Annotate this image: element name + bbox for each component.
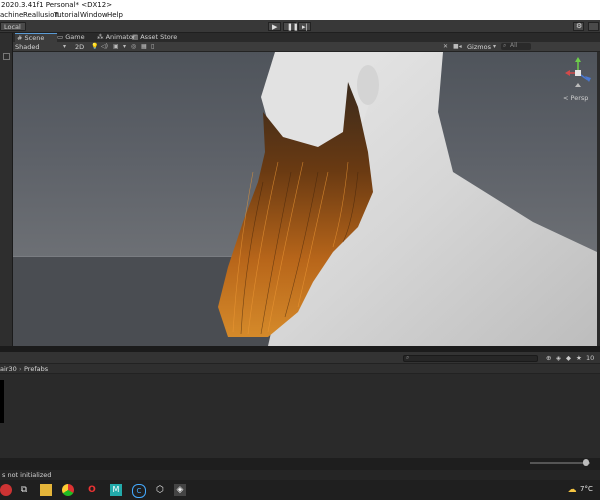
orientation-gizmo[interactable] [561,56,595,90]
scene-tab-bar: # Scene ▭ Game ⁂ Animator ▤ Asset Store [13,33,600,43]
breadcrumb: air30 › Prefabs [0,364,600,374]
os-taskbar: ⧉ O M C ⬡ ◈ ☁ [0,480,600,500]
perspective-label[interactable]: < Persp [563,94,588,102]
tab-asset-store[interactable]: ▤ Asset Store [130,33,192,42]
app-icon[interactable] [0,484,12,496]
scene-toolbar: Shaded ▾ 2D 💡 ◁) ▣ ▾ ◎ ▦ ▯ ✕ ■◂ Gizmos ▾… [13,42,600,52]
scene-search-placeholder: All [510,42,518,49]
thumbnail-size-slider-handle[interactable] [583,459,589,466]
search-icon: ⌕ [503,42,507,49]
star-icon[interactable]: ★ [576,354,582,362]
label-icon[interactable]: ◆ [566,354,571,362]
account-button[interactable] [588,22,599,31]
weather-icon: ☁ [567,485,577,495]
breadcrumb-separator-icon: › [19,365,22,373]
project-asset-grid[interactable] [0,374,600,458]
project-search-input[interactable]: ⌕ [403,354,538,362]
menu-item-tutorial[interactable]: Tutorial [54,11,80,19]
breadcrumb-item-folder[interactable]: air30 [0,365,17,373]
task-view-icon[interactable]: ⧉ [18,484,30,496]
settings-button[interactable]: ⚙ [573,22,584,31]
shading-mode-dropdown[interactable]: Shaded [15,43,39,51]
hierarchy-item-marker[interactable] [3,53,10,60]
iclone-icon[interactable]: C [132,484,146,498]
play-button[interactable]: ▶ [268,22,281,31]
window-title: 2020.3.41f1 Personal* <DX12> [1,1,113,9]
gear-icon: ⚙ [576,22,583,30]
main-toolbar: Local ▶ ❚❚ ▸| ⚙ [0,20,600,33]
store-icon: ▤ [132,33,139,41]
audio-icon[interactable]: ◁) [101,43,108,50]
opera-icon[interactable]: O [86,484,98,496]
effects-icon[interactable]: ▣ [113,43,119,50]
tool-settings-icon[interactable]: ✕ [443,43,448,50]
pivot-label: Local [4,23,21,31]
step-button[interactable]: ▸| [298,22,311,31]
step-icon: ▸| [302,23,308,31]
chevron-down-icon: ▾ [123,43,127,50]
search-icon: ⌕ [406,354,410,361]
menu-bar: achine Reallusion Tutorial Window Help [0,11,600,20]
chevron-down-icon: ▾ [493,43,497,50]
pause-button[interactable]: ❚❚ [283,22,299,31]
filter-icon[interactable]: ◈ [556,354,561,362]
tools-icon[interactable]: ▯ [151,43,154,50]
grid-icon[interactable]: ▦ [141,43,147,50]
menu-item-help[interactable]: Help [107,11,123,19]
status-message: s not initialized [2,471,52,479]
tab-game[interactable]: ▭ Game [55,33,95,42]
game-icon: ▭ [57,33,64,41]
asset-thumbnail[interactable] [0,380,4,423]
gizmos-dropdown[interactable]: Gizmos [467,43,491,51]
hierarchy-panel [0,33,13,352]
scene-viewport[interactable]: < Persp [13,52,597,346]
thumbnail-size-slider[interactable] [530,462,590,464]
weather-temperature: 7°C [580,485,593,493]
unity-editor-icon[interactable]: ◈ [174,484,186,496]
file-explorer-icon[interactable] [40,484,52,496]
character-creator-icon[interactable]: M [110,484,122,496]
window-title-bar: 2020.3.41f1 Personal* <DX12> [0,0,600,11]
unity-hub-icon[interactable]: ⬡ [154,484,166,496]
play-icon: ▶ [272,23,278,31]
pause-icon: ❚❚ [287,23,299,31]
camera-icon[interactable]: ■◂ [453,43,462,50]
menu-item-machine[interactable]: achine [0,11,23,19]
hidden-objects-icon[interactable]: ◎ [131,43,136,50]
character-model [218,52,597,346]
light-icon[interactable]: 💡 [91,43,98,50]
pivot-toggle[interactable]: Local [0,22,26,31]
status-bar: s not initialized [0,470,600,480]
tab-scene-label: Scene [24,34,45,42]
chevron-down-icon: ▾ [63,43,67,50]
create-icon[interactable]: ⊕ [546,354,551,362]
2d-toggle[interactable]: 2D [75,43,84,51]
menu-item-window[interactable]: Window [80,11,108,19]
tab-asset-store-label: Asset Store [140,33,178,41]
scene-icon: # [17,34,23,42]
breadcrumb-item-prefabs[interactable]: Prefabs [24,365,48,373]
chrome-icon[interactable] [62,484,74,496]
asset-count: 10 [586,354,595,362]
animator-icon: ⁂ [97,33,104,41]
scene-search-input[interactable]: ⌕ All [501,42,531,50]
tab-game-label: Game [65,33,85,41]
